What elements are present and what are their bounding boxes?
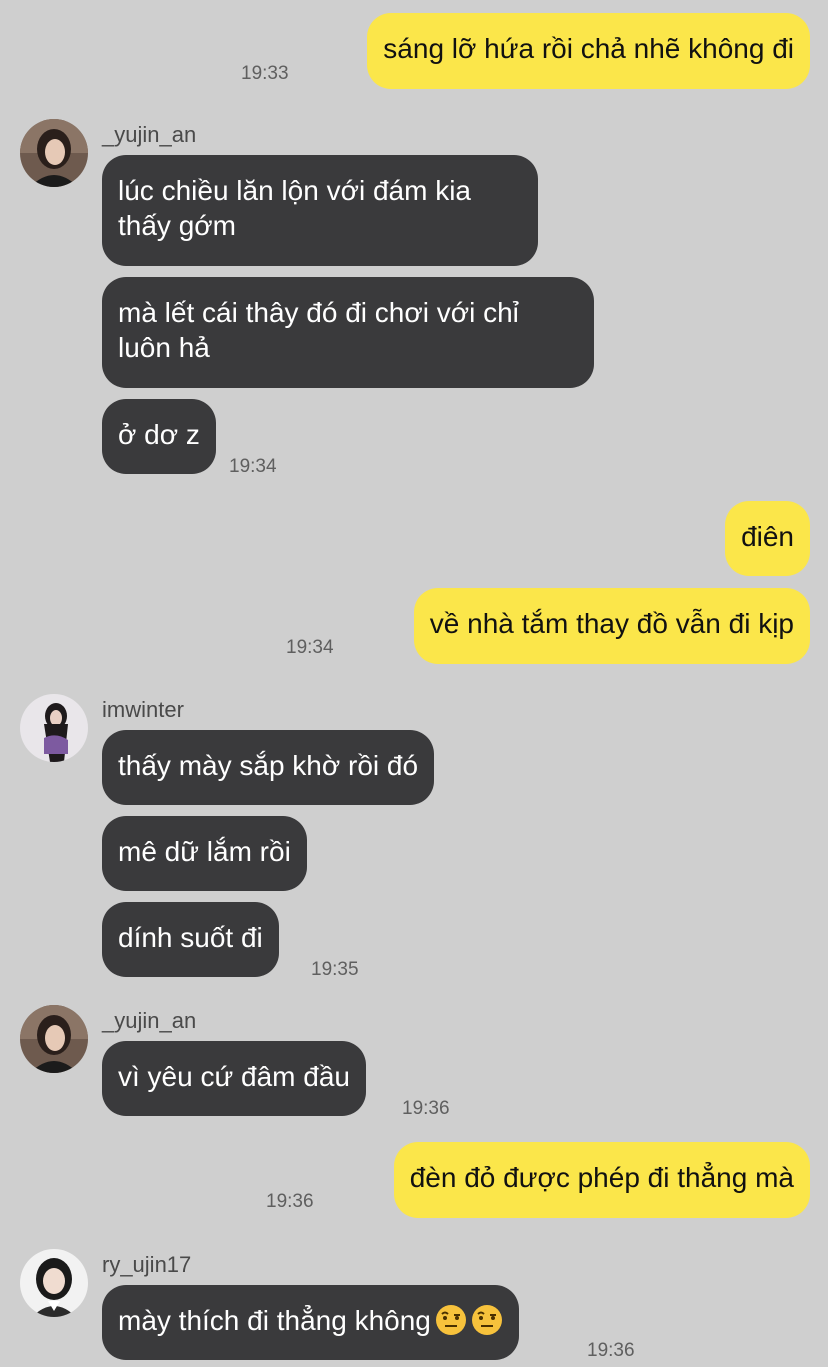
incoming-message[interactable]: mê dữ lắm rồi [102,816,307,891]
sender-name: ry_ujin17 [102,1252,192,1277]
incoming-message[interactable]: mày thích đi thẳng không [102,1285,519,1360]
incoming-message[interactable]: vì yêu cứ đâm đầu [102,1041,366,1116]
outgoing-message[interactable]: sáng lỡ hứa rồi chả nhẽ không đi [367,13,810,89]
message-time: 19:34 [286,637,334,658]
message-time: 19:34 [229,456,277,477]
sender-name: _yujin_an [102,1008,197,1033]
message-time: 19:36 [402,1098,450,1119]
outgoing-message[interactable]: điên [725,501,810,576]
outgoing-message[interactable]: đèn đỏ được phép đi thẳng mà [393,1142,810,1218]
incoming-message[interactable]: thấy mày sắp khờ rồi đó [102,730,435,805]
message-text: mày thích đi thẳng không [118,1305,431,1336]
message-time: 19:35 [311,959,359,980]
sender-name: _yujin_an [102,122,197,147]
avatar-ry-ujin17[interactable] [20,1249,88,1317]
incoming-message[interactable]: lúc chiều lăn lộn với đám kia thấy gớm [102,155,538,266]
avatar-yujin-an[interactable] [20,1005,88,1073]
avatar-imwinter[interactable] [20,694,88,762]
raised-eyebrow-emoji-icon [435,1304,467,1336]
raised-eyebrow-emoji-icon [471,1304,503,1336]
incoming-message[interactable]: mà lết cái thây đó đi chơi với chỉ luôn … [102,277,594,388]
sender-name: imwinter [102,697,184,722]
message-time: 19:33 [241,63,289,84]
incoming-message[interactable]: dính suốt đi [102,902,279,977]
outgoing-message[interactable]: về nhà tắm thay đồ vẫn đi kịp [413,588,810,664]
incoming-message[interactable]: ở dơ z [102,399,216,474]
chat-thread[interactable]: 19:33 sáng lỡ hứa rồi chả nhẽ không đi _… [0,0,828,1367]
avatar-yujin-an[interactable] [20,119,88,187]
message-time: 19:36 [266,1191,314,1212]
message-time: 19:36 [587,1340,635,1361]
